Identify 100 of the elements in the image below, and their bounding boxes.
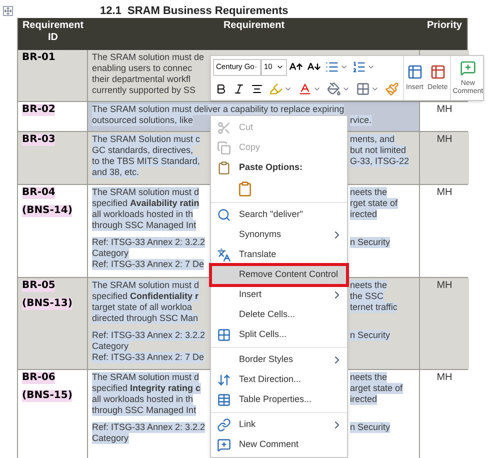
caret-icon <box>371 85 379 93</box>
requirement-text: outsourced solutions, like <box>92 115 194 126</box>
menu-item[interactable]: Remove Content Control <box>211 265 347 285</box>
caret-icon <box>342 85 350 93</box>
menu-item[interactable]: Synonyms <box>211 225 347 245</box>
bold-icon <box>215 83 227 95</box>
requirement-text: Category <box>92 433 129 444</box>
requirement-text: rvice. <box>350 115 372 126</box>
comment-icon <box>460 60 476 76</box>
requirement-text: directed through SSC Man <box>92 313 198 324</box>
requirement-text: all workloads hosted in th <box>92 209 194 220</box>
requirement-text: enabling users to connec <box>92 63 192 74</box>
requirement-text: Category <box>92 341 129 352</box>
column-header: Requirement ID <box>22 20 84 45</box>
requirement-text: specified Availability ratin <box>92 198 200 209</box>
priority-text: MH <box>436 280 452 293</box>
menu-item[interactable]: Split Cells... <box>211 325 347 345</box>
priority-text: MH <box>436 134 452 147</box>
requirement-text: irected <box>350 209 378 220</box>
link-icon <box>217 418 231 432</box>
requirement-text: ments, and <box>350 134 395 145</box>
menu-item[interactable]: Table Properties... <box>211 390 347 410</box>
requirement-text: The SRAM Solution must c <box>92 134 200 145</box>
bullets-icon <box>325 60 339 74</box>
requirement-text: through SSC Managed Int <box>92 220 196 231</box>
requirement-id: BR-04 <box>22 187 56 199</box>
menu-item[interactable]: Search "deliver" <box>211 205 347 225</box>
clipboard-icon <box>237 181 253 197</box>
requirement-id: (BNS-14) <box>22 205 72 217</box>
font-color-icon <box>298 82 312 96</box>
requirement-id: BR-03 <box>22 134 56 146</box>
requirement-id: (BNS-13) <box>22 298 72 310</box>
requirement-text: Ref: ITSG-33 Annex 2: 3.2.2 <box>92 330 206 341</box>
comment-icon <box>217 438 231 452</box>
menu-item[interactable]: Text Direction... <box>211 370 347 390</box>
requirement-text: rget state of <box>350 198 398 209</box>
requirement-text: Ref: ITSG-33 Annex 2: 7 De <box>92 352 204 363</box>
menu-item[interactable]: Delete Cells... <box>211 305 347 325</box>
requirement-text: The SRAM solution must d <box>92 187 200 198</box>
requirement-id: BR-06 <box>22 372 56 384</box>
requirement-text: GC standards, directives, <box>92 145 194 156</box>
menu-item[interactable]: Link <box>211 415 347 435</box>
requirement-text: The SRAM solution must deliver a capability to replace expiring <box>92 104 344 115</box>
menu-item[interactable]: Border Styles <box>211 350 347 370</box>
borders-icon <box>356 82 370 96</box>
requirement-text: their departmental workfl <box>92 74 191 85</box>
requirement-text: through SSC Managed Int <box>92 405 196 416</box>
requirement-text: neets the <box>350 280 388 291</box>
column-header: Requirement <box>223 20 285 33</box>
requirement-text: specified Integrity rating c <box>92 383 201 394</box>
numbering-icon <box>352 60 366 74</box>
requirement-text: The SRAM solution must d <box>92 372 200 383</box>
priority-text: MH <box>436 104 452 117</box>
caret-icon <box>313 85 321 93</box>
align-center-icon <box>251 83 263 95</box>
section-heading: 12.1 SRAM Business Requirements <box>100 5 288 18</box>
scissors-icon <box>217 121 231 135</box>
paintbrush-icon <box>385 82 399 96</box>
requirement-text: Ref: ITSG-33 Annex 2: 3.2.2 <box>92 422 206 433</box>
paint-bucket-icon <box>327 82 341 96</box>
requirement-text: the SSC <box>350 291 384 302</box>
requirement-text: neets the <box>350 187 388 198</box>
requirement-text: currently supported by SS <box>92 85 196 96</box>
requirement-text: all workloads hosted in th <box>92 394 194 405</box>
menu-item[interactable]: New Comment <box>211 435 347 455</box>
requirement-text: irected <box>350 394 378 405</box>
requirement-id: BR-01 <box>22 52 56 64</box>
search-icon <box>217 208 231 222</box>
requirement-text: The SRAM solution must de <box>92 52 204 63</box>
requirement-text: specified Confidentiality r <box>92 291 199 302</box>
requirement-text: Category <box>92 248 129 259</box>
requirement-text: n Security <box>350 330 390 341</box>
text-direction-icon <box>217 373 231 387</box>
requirement-text: n Security <box>350 237 390 248</box>
copy-icon <box>217 141 231 155</box>
menu-heading: Paste Options: <box>239 161 304 174</box>
table-insert-icon <box>406 64 423 80</box>
requirement-text: but not limited <box>350 145 406 156</box>
requirement-text: n Security <box>350 422 390 433</box>
requirement-text: arget state of <box>350 383 403 394</box>
caret-icon <box>284 85 292 93</box>
requirement-text: G-33, ITSG-22 <box>350 156 410 167</box>
requirement-text: to the TBS MITS Standard, <box>92 156 200 167</box>
caret-icon <box>367 63 375 71</box>
menu-item[interactable]: Translate <box>211 245 347 265</box>
table-grid-icon <box>217 328 231 342</box>
requirement-text: and 38, etc. <box>92 167 140 178</box>
requirement-text: Ref: ITSG-33 Annex 2: 7 De <box>92 259 204 270</box>
requirement-text: Ref: ITSG-33 Annex 2: 3.2.2 <box>92 237 206 248</box>
requirement-id: (BNS-15) <box>22 390 72 402</box>
priority-text: MH <box>436 372 452 385</box>
requirement-id: BR-05 <box>22 280 56 292</box>
menu-item[interactable]: Insert <box>211 285 347 305</box>
requirement-text: ternet traffic <box>350 302 398 313</box>
table-move-handle-icon[interactable] <box>3 6 13 16</box>
italic-icon <box>233 83 245 95</box>
clipboard-icon <box>217 161 231 175</box>
table-delete-icon <box>430 64 446 80</box>
requirement-text: target state of all workloa <box>92 302 192 313</box>
requirement-text: The SRAM solution must d <box>92 280 200 291</box>
